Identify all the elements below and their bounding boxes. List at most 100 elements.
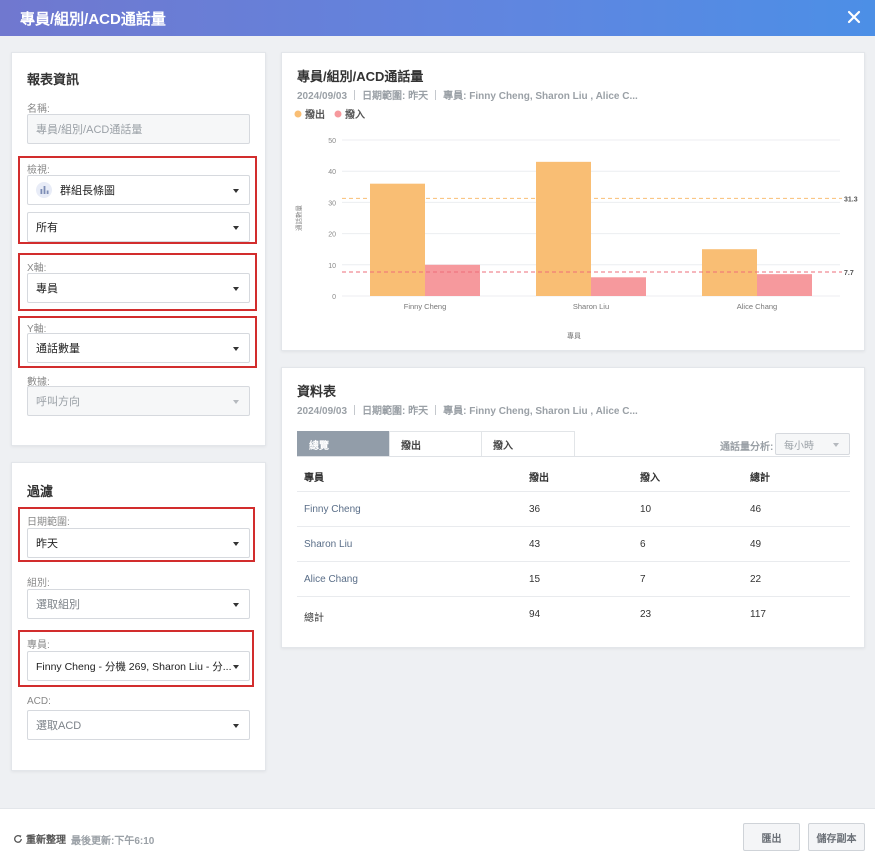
y-tick-label: 40 (328, 169, 336, 176)
table-header-row: 專員 撥出 撥入 總計 (297, 457, 850, 492)
chevron-down-icon (233, 665, 239, 669)
table-row: Alice Chang 15 7 22 (297, 562, 850, 597)
x-axis-label: X軸: (27, 263, 47, 274)
table-row: Sharon Liu 43 6 49 (297, 527, 850, 562)
legend-label: 撥入 (345, 108, 365, 121)
cell-inbound: 23 (640, 609, 652, 620)
chevron-down-icon (233, 603, 239, 607)
table-meta: 2024/09/03 日期範圍: 昨天 專員: Finny Cheng, Sharo… (297, 402, 638, 417)
y-axis-title: 通話數量 (294, 205, 303, 232)
group-value: 選取組別 (36, 599, 80, 611)
acd-value: 選取ACD (36, 720, 82, 732)
cell-total: 49 (750, 539, 762, 550)
cell-outbound: 43 (529, 539, 541, 550)
close-icon[interactable] (845, 8, 863, 26)
tab-outbound[interactable]: 撥出 (389, 431, 482, 457)
tab-overview[interactable]: 總覽 (297, 431, 389, 457)
chevron-down-icon (833, 443, 839, 447)
legend-label: 撥出 (305, 108, 325, 121)
table-agents: 專員: Finny Cheng, Sharon Liu , Alice C... (443, 406, 638, 417)
data-select[interactable]: 呼叫方向 (27, 386, 250, 416)
analysis-value: 每小時 (784, 440, 814, 452)
cell-total: 117 (750, 609, 766, 620)
x-tick-label: Sharon Liu (573, 302, 609, 311)
x-tick-label: Alice Chang (737, 302, 777, 311)
bar-chart: 撥出 撥入 0 10 20 30 40 50 Finny Cheng Sharon Liu Alic… (294, 108, 858, 340)
header-total: 總計 (750, 473, 770, 484)
view-scope-value: 所有 (36, 222, 58, 234)
acd-select[interactable]: 選取ACD (27, 710, 250, 740)
reference-label: 7.7 (844, 270, 854, 277)
chevron-down-icon (233, 189, 239, 193)
header-agent: 專員 (304, 473, 324, 484)
cell-total: 46 (750, 504, 762, 515)
cell-inbound: 10 (640, 504, 652, 515)
y-axis-select[interactable]: 通話數量 (27, 333, 250, 363)
analysis-label: 通話量分析: (720, 442, 774, 453)
export-button[interactable]: 匯出 (743, 823, 800, 851)
bar (425, 264, 480, 296)
chevron-down-icon (233, 287, 239, 291)
cell-agent: 總計 (304, 613, 324, 624)
name-label: 名稱: (27, 104, 50, 115)
date-range-value: 昨天 (36, 538, 58, 550)
y-tick-label: 30 (328, 200, 336, 207)
y-tick-label: 0 (332, 294, 336, 301)
x-tick-label: Finny Cheng (404, 302, 447, 311)
bar (702, 249, 757, 296)
group-select[interactable]: 選取組別 (27, 589, 250, 619)
bar (370, 183, 425, 296)
date-range-select[interactable]: 昨天 (27, 528, 250, 558)
chevron-down-icon (233, 724, 239, 728)
cell-total: 22 (750, 574, 762, 585)
filter-title: 過濾 (27, 484, 54, 499)
cell-agent: Alice Chang (304, 574, 358, 585)
cell-inbound: 6 (640, 539, 646, 550)
cell-agent: Finny Cheng (304, 504, 361, 515)
cell-outbound: 94 (529, 609, 541, 620)
refresh-label: 重新整理 (26, 835, 66, 846)
chevron-down-icon (233, 347, 239, 351)
refresh-icon (14, 834, 22, 843)
x-axis-value: 專員 (36, 283, 58, 295)
reference-label: 31.3 (844, 196, 858, 203)
view-value: 群組長條圖 (60, 185, 115, 197)
chevron-down-icon (233, 400, 239, 404)
table-title: 資料表 (297, 384, 337, 399)
analysis-select[interactable]: 每小時 (775, 433, 850, 455)
bar (536, 161, 591, 296)
window-header: 專員/組別/ACD通話量 (0, 0, 875, 36)
agent-value: Finny Cheng - 分機 269, Sharon Liu - 分... (36, 660, 232, 673)
header-outbound: 撥出 (529, 473, 549, 484)
chevron-down-icon (233, 542, 239, 546)
date-range-label: 日期範圍: (27, 517, 70, 528)
cell-agent: Sharon Liu (304, 539, 353, 550)
x-axis-title: 專員 (567, 331, 581, 340)
refresh-button[interactable]: 重新整理 (13, 831, 66, 846)
acd-label: ACD: (27, 696, 51, 707)
window-title: 專員/組別/ACD通話量 (20, 10, 166, 28)
save-copy-button[interactable]: 儲存副本 (808, 823, 865, 851)
table-date: 2024/09/03 (297, 406, 348, 417)
name-field[interactable]: 專員/組別/ACD通話量 (27, 114, 250, 144)
x-axis-select[interactable]: 專員 (27, 273, 250, 303)
report-info-title: 報表資訊 (27, 72, 80, 87)
table-total-row: 總計 94 23 117 (297, 597, 850, 632)
y-tick-label: 20 (328, 232, 336, 239)
agent-select[interactable]: Finny Cheng - 分機 269, Sharon Liu - 分... (27, 651, 250, 681)
view-label: 檢視: (27, 165, 50, 176)
chevron-down-icon (233, 226, 239, 230)
y-tick-label: 50 (328, 138, 336, 145)
legend-marker (334, 110, 342, 118)
y-axis-value: 通話數量 (36, 343, 80, 355)
tab-inbound[interactable]: 撥入 (481, 431, 575, 457)
bar (757, 274, 812, 296)
cell-outbound: 15 (529, 574, 541, 585)
view-select[interactable]: 群組長條圖 (27, 175, 250, 205)
y-tick-label: 10 (328, 263, 336, 270)
table-range: 日期範圍: 昨天 (362, 406, 429, 417)
view-scope-select[interactable]: 所有 (27, 212, 250, 242)
group-label: 組別: (27, 578, 50, 589)
name-value: 專員/組別/ACD通話量 (36, 124, 143, 136)
table-row: Finny Cheng 36 10 46 (297, 492, 850, 527)
